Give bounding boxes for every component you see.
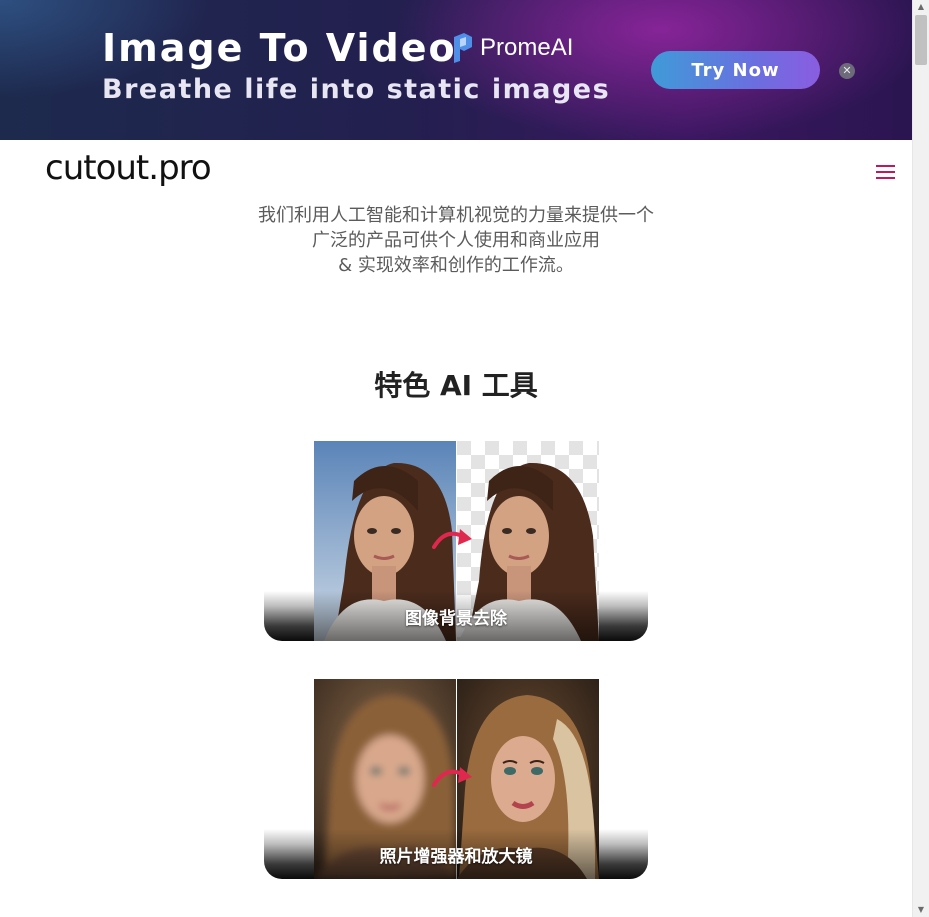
intro-line: & 实现效率和创作的工作流。 <box>338 255 574 276</box>
arrow-right-icon <box>432 529 472 549</box>
scroll-up-arrow-icon[interactable]: ▲ <box>913 0 929 14</box>
intro-line: 我们利用人工智能和计算机视觉的力量来提供一个 <box>258 205 654 226</box>
promeai-brand: PromeAI <box>452 32 573 64</box>
arrow-right-icon <box>432 767 472 787</box>
brand-name: PromeAI <box>480 34 574 61</box>
tool-label: 照片增强器和放大镜 <box>379 847 533 867</box>
scroll-down-arrow-icon[interactable]: ▼ <box>913 903 929 917</box>
close-icon[interactable]: ✕ <box>839 63 855 79</box>
banner-title: Image To Video <box>102 26 457 70</box>
promeai-logo-icon <box>454 33 472 63</box>
banner-subtitle: Breathe life into static images <box>102 74 611 105</box>
site-logo[interactable]: cutout.pro <box>45 148 212 188</box>
tool-label: 图像背景去除 <box>405 609 507 629</box>
tool-card-background-removal[interactable]: 图像背景去除 <box>264 441 648 641</box>
try-now-button[interactable]: Try Now <box>651 51 820 89</box>
scrollbar-thumb[interactable] <box>915 15 927 65</box>
promo-banner[interactable]: Image To Video Breathe life into static … <box>0 0 912 140</box>
intro-paragraph: 我们利用人工智能和计算机视觉的力量来提供一个 广泛的产品可供个人使用和商业应用 … <box>200 203 712 278</box>
intro-line: 广泛的产品可供个人使用和商业应用 <box>312 230 600 251</box>
hamburger-menu-icon[interactable] <box>876 165 896 179</box>
section-title: 特色 AI 工具 <box>374 369 538 402</box>
tool-card-photo-enhancer[interactable]: 照片增强器和放大镜 <box>264 679 648 879</box>
page-scrollbar[interactable]: ▲ ▼ <box>912 0 929 917</box>
